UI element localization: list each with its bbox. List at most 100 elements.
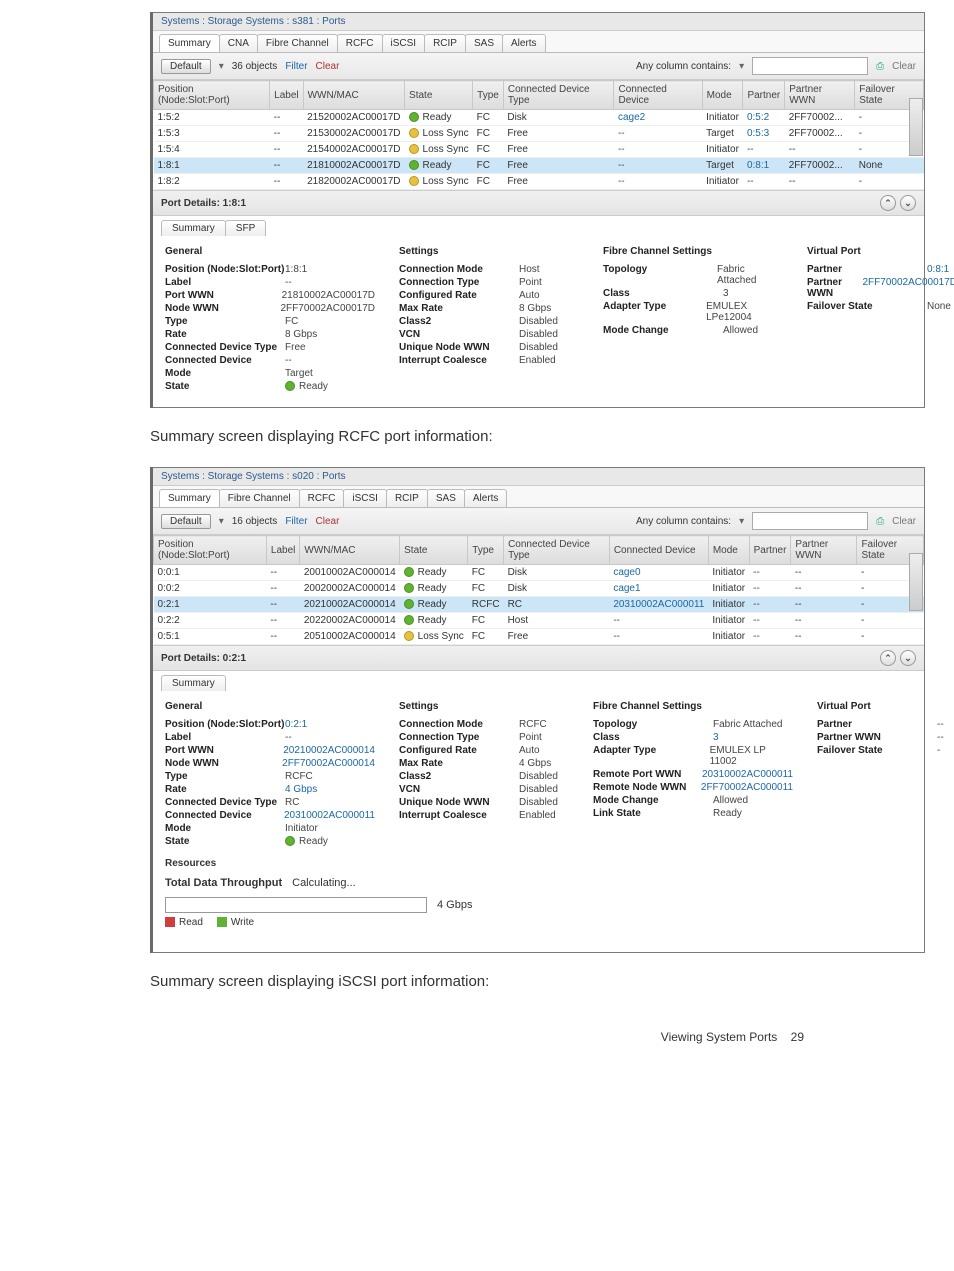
col-mode[interactable]: Mode — [702, 81, 743, 110]
tab-sas[interactable]: SAS — [427, 489, 465, 507]
export-icon[interactable]: ⎙ — [876, 516, 884, 527]
view-selector[interactable]: Default — [161, 59, 211, 74]
kv-row: StateReady — [165, 835, 375, 848]
kv-row: Port WWN21810002AC00017D — [165, 289, 375, 302]
col-partner[interactable]: Partner — [743, 81, 785, 110]
col-pwwn[interactable]: Partner WWN — [791, 536, 857, 565]
anycol-label: Any column contains: — [636, 61, 731, 72]
col-cdt[interactable]: Connected Device Type — [504, 536, 610, 565]
col-type[interactable]: Type — [468, 536, 504, 565]
table-row[interactable]: 0:2:1--20210002AC000014ReadyRCFCRC203100… — [154, 597, 924, 613]
table-row[interactable]: 1:5:2--21520002AC00017DReadyFCDiskcage2I… — [154, 110, 924, 126]
throughput-bar — [165, 897, 427, 913]
kv-row: Connected Device TypeFree — [165, 341, 375, 354]
kv-row: Partner0:8:1 — [807, 263, 954, 276]
legend-read-swatch — [165, 917, 175, 927]
tab-rcfc[interactable]: RCFC — [337, 34, 383, 52]
table-row[interactable]: 0:0:1--20010002AC000014ReadyFCDiskcage0I… — [154, 565, 924, 581]
tab-iscsi[interactable]: iSCSI — [343, 489, 387, 507]
table-row[interactable]: 0:0:2--20020002AC000014ReadyFCDiskcage1I… — [154, 581, 924, 597]
collapse-icon[interactable]: ⌃ — [880, 195, 896, 211]
scrollbar-thumb[interactable] — [909, 553, 923, 611]
filter-input[interactable] — [752, 57, 868, 75]
kv-row: Connected Device TypeRC — [165, 796, 375, 809]
col-state[interactable]: State — [400, 536, 468, 565]
expand-icon[interactable]: ⌄ — [900, 650, 916, 666]
col-wwn[interactable]: WWN/MAC — [303, 81, 404, 110]
footer-page: 29 — [791, 1030, 804, 1044]
export-icon[interactable]: ⎙ — [876, 61, 884, 72]
table-row[interactable]: 1:5:3--21530002AC00017DLoss SyncFCFree--… — [154, 126, 924, 142]
general-title: General — [165, 246, 375, 257]
col-cd[interactable]: Connected Device — [614, 81, 702, 110]
tab-fibrechannel[interactable]: Fibre Channel — [257, 34, 338, 52]
tab-alerts[interactable]: Alerts — [464, 489, 508, 507]
kv-row: Mode ChangeAllowed — [603, 324, 783, 337]
breadcrumb: Systems : Storage Systems : s020 : Ports — [153, 468, 924, 486]
col-position[interactable]: Position (Node:Slot:Port) — [154, 536, 267, 565]
table-row[interactable]: 1:8:1--21810002AC00017DReadyFCFree--Targ… — [154, 158, 924, 174]
tab-iscsi[interactable]: iSCSI — [382, 34, 426, 52]
breadcrumb: Systems : Storage Systems : s381 : Ports — [153, 13, 924, 31]
tab-cna[interactable]: CNA — [219, 34, 258, 52]
kv-row: Interrupt CoalesceEnabled — [399, 809, 569, 822]
clear-button[interactable]: Clear — [892, 516, 916, 527]
tab-rcip[interactable]: RCIP — [424, 34, 466, 52]
tab-sas[interactable]: SAS — [465, 34, 503, 52]
legend: Read Write — [165, 917, 912, 928]
clear-button[interactable]: Clear — [892, 61, 916, 72]
clear-link[interactable]: Clear — [316, 61, 340, 72]
kv-row: Class3 — [603, 287, 783, 300]
kv-row: Class2Disabled — [399, 315, 579, 328]
table-row[interactable]: 1:8:2--21820002AC00017DLoss SyncFCFree--… — [154, 174, 924, 190]
tabbar: Summary Fibre Channel RCFC iSCSI RCIP SA… — [153, 486, 924, 508]
legend-write: Write — [231, 917, 254, 928]
col-type[interactable]: Type — [473, 81, 504, 110]
filter-link[interactable]: Filter — [285, 516, 307, 527]
col-cdt[interactable]: Connected Device Type — [503, 81, 614, 110]
scrollbar-thumb[interactable] — [909, 98, 923, 156]
kv-row: Partner WWN2FF70002AC00017D — [807, 276, 954, 300]
col-pwwn[interactable]: Partner WWN — [785, 81, 855, 110]
tab-rcfc[interactable]: RCFC — [299, 489, 345, 507]
tab-alerts[interactable]: Alerts — [502, 34, 546, 52]
filter-link[interactable]: Filter — [285, 61, 307, 72]
kv-row: Rate4 Gbps — [165, 783, 375, 796]
col-mode[interactable]: Mode — [708, 536, 749, 565]
expand-icon[interactable]: ⌄ — [900, 195, 916, 211]
kv-row: Connection TypePoint — [399, 276, 579, 289]
tab-rcip[interactable]: RCIP — [386, 489, 428, 507]
section-settings: Settings Connection ModeRCFCConnection T… — [399, 699, 569, 848]
view-selector[interactable]: Default — [161, 514, 211, 529]
col-state[interactable]: State — [405, 81, 473, 110]
tabbar: Summary CNA Fibre Channel RCFC iSCSI RCI… — [153, 31, 924, 53]
col-cd[interactable]: Connected Device — [609, 536, 708, 565]
col-position[interactable]: Position (Node:Slot:Port) — [154, 81, 270, 110]
kv-row: Class3 — [593, 731, 793, 744]
col-label[interactable]: Label — [266, 536, 299, 565]
table-row[interactable]: 1:5:4--21540002AC00017DLoss SyncFCFree--… — [154, 142, 924, 158]
kv-row: Max Rate4 Gbps — [399, 757, 569, 770]
kv-row: Max Rate8 Gbps — [399, 302, 579, 315]
section-fcs: Fibre Channel Settings TopologyFabric At… — [603, 244, 783, 393]
throughput-value: Calculating... — [292, 877, 356, 889]
col-label[interactable]: Label — [270, 81, 303, 110]
details-title: Port Details: 1:8:1 — [161, 198, 246, 209]
table-row[interactable]: 0:2:2--20220002AC000014ReadyFCHost--Init… — [154, 613, 924, 629]
subtab-sfp[interactable]: SFP — [225, 220, 266, 236]
col-wwn[interactable]: WWN/MAC — [300, 536, 400, 565]
table-row[interactable]: 0:5:1--20510002AC000014Loss SyncFCFree--… — [154, 629, 924, 645]
clear-link[interactable]: Clear — [316, 516, 340, 527]
filter-input[interactable] — [752, 512, 868, 530]
tab-summary[interactable]: Summary — [159, 34, 220, 52]
col-partner[interactable]: Partner — [749, 536, 791, 565]
caption-iscsi: Summary screen displaying iSCSI port inf… — [150, 973, 954, 990]
settings-title: Settings — [399, 246, 579, 257]
subtab-summary[interactable]: Summary — [161, 220, 226, 236]
subtab-summary[interactable]: Summary — [161, 675, 226, 691]
collapse-icon[interactable]: ⌃ — [880, 650, 896, 666]
tab-summary[interactable]: Summary — [159, 489, 220, 507]
section-vport: Virtual Port Partner--Partner WWN--Failo… — [817, 699, 954, 848]
tab-fibrechannel[interactable]: Fibre Channel — [219, 489, 300, 507]
page-footer: Viewing System Ports 29 — [0, 1030, 804, 1044]
